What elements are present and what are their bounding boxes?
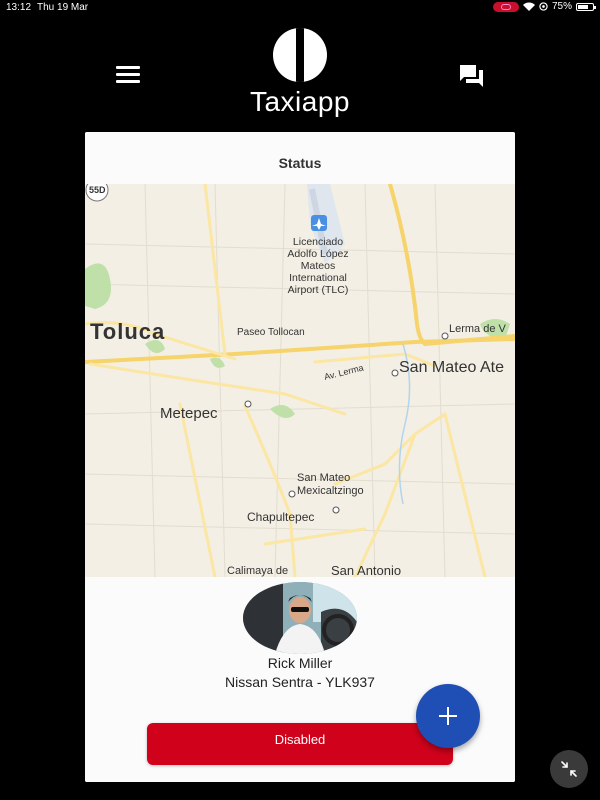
wifi-icon: [522, 2, 535, 11]
status-date: Thu 19 Mar: [37, 2, 89, 13]
status-time: 13:12: [6, 2, 32, 13]
add-fab-button[interactable]: [416, 684, 480, 748]
menu-button[interactable]: [116, 66, 140, 84]
chat-button[interactable]: [458, 62, 486, 90]
map-label-chapultepec: Chapultepec: [247, 510, 314, 524]
map-label-san-antonio: San Antonio: [331, 563, 401, 577]
airport-label-3: Mateos: [301, 260, 335, 272]
highway-shield-label: 55D: [89, 185, 106, 195]
airport-label-2: Adolfo López: [287, 248, 348, 260]
driver-panel: Rick Miller Nissan Sentra - YLK937 Disab…: [85, 577, 515, 782]
map-label-calimaya: Calimaya de: [227, 565, 288, 577]
airport-label-5: Airport (TLC): [288, 284, 349, 296]
app-title: Taxiapp: [249, 86, 350, 117]
battery-percent: 75%: [551, 1, 572, 12]
battery-icon: [576, 2, 596, 11]
map-label-san-mateo-ate: San Mateo Ate: [399, 359, 504, 376]
airport-label-4: International: [289, 272, 347, 284]
airport-label-1: Licenciado: [293, 236, 343, 248]
map-label-paseo: Paseo Tollocan: [237, 327, 305, 338]
screen-recording-icon: [492, 1, 519, 12]
status-indicators: 75%: [492, 1, 596, 12]
driver-name: Rick Miller: [267, 655, 333, 671]
map-label-toluca: Toluca: [90, 319, 165, 344]
map-view[interactable]: 55D Licenciado Adolfo López Mateos Inter…: [85, 184, 515, 577]
map-label-metepec: Metepec: [160, 405, 218, 422]
driver-avatar: [243, 582, 357, 654]
map-label-san-mateo: San Mateo: [297, 472, 350, 484]
status-bar: 13:12 Thu 19 Mar 75%: [0, 0, 600, 16]
minimize-button[interactable]: [550, 750, 588, 788]
card-title: Status: [85, 132, 515, 184]
app-logo: [273, 28, 327, 82]
question-answer-icon: [460, 65, 483, 87]
hamburger-menu-icon: [116, 66, 140, 69]
disabled-status-button[interactable]: Disabled: [147, 723, 453, 765]
location-icon: [539, 2, 548, 11]
minimize-arrows-icon: [561, 761, 577, 777]
map-label-mexicaltzingo: Mexicaltzingo: [297, 485, 364, 497]
map-label-lerma: Lerma de V: [449, 323, 507, 335]
